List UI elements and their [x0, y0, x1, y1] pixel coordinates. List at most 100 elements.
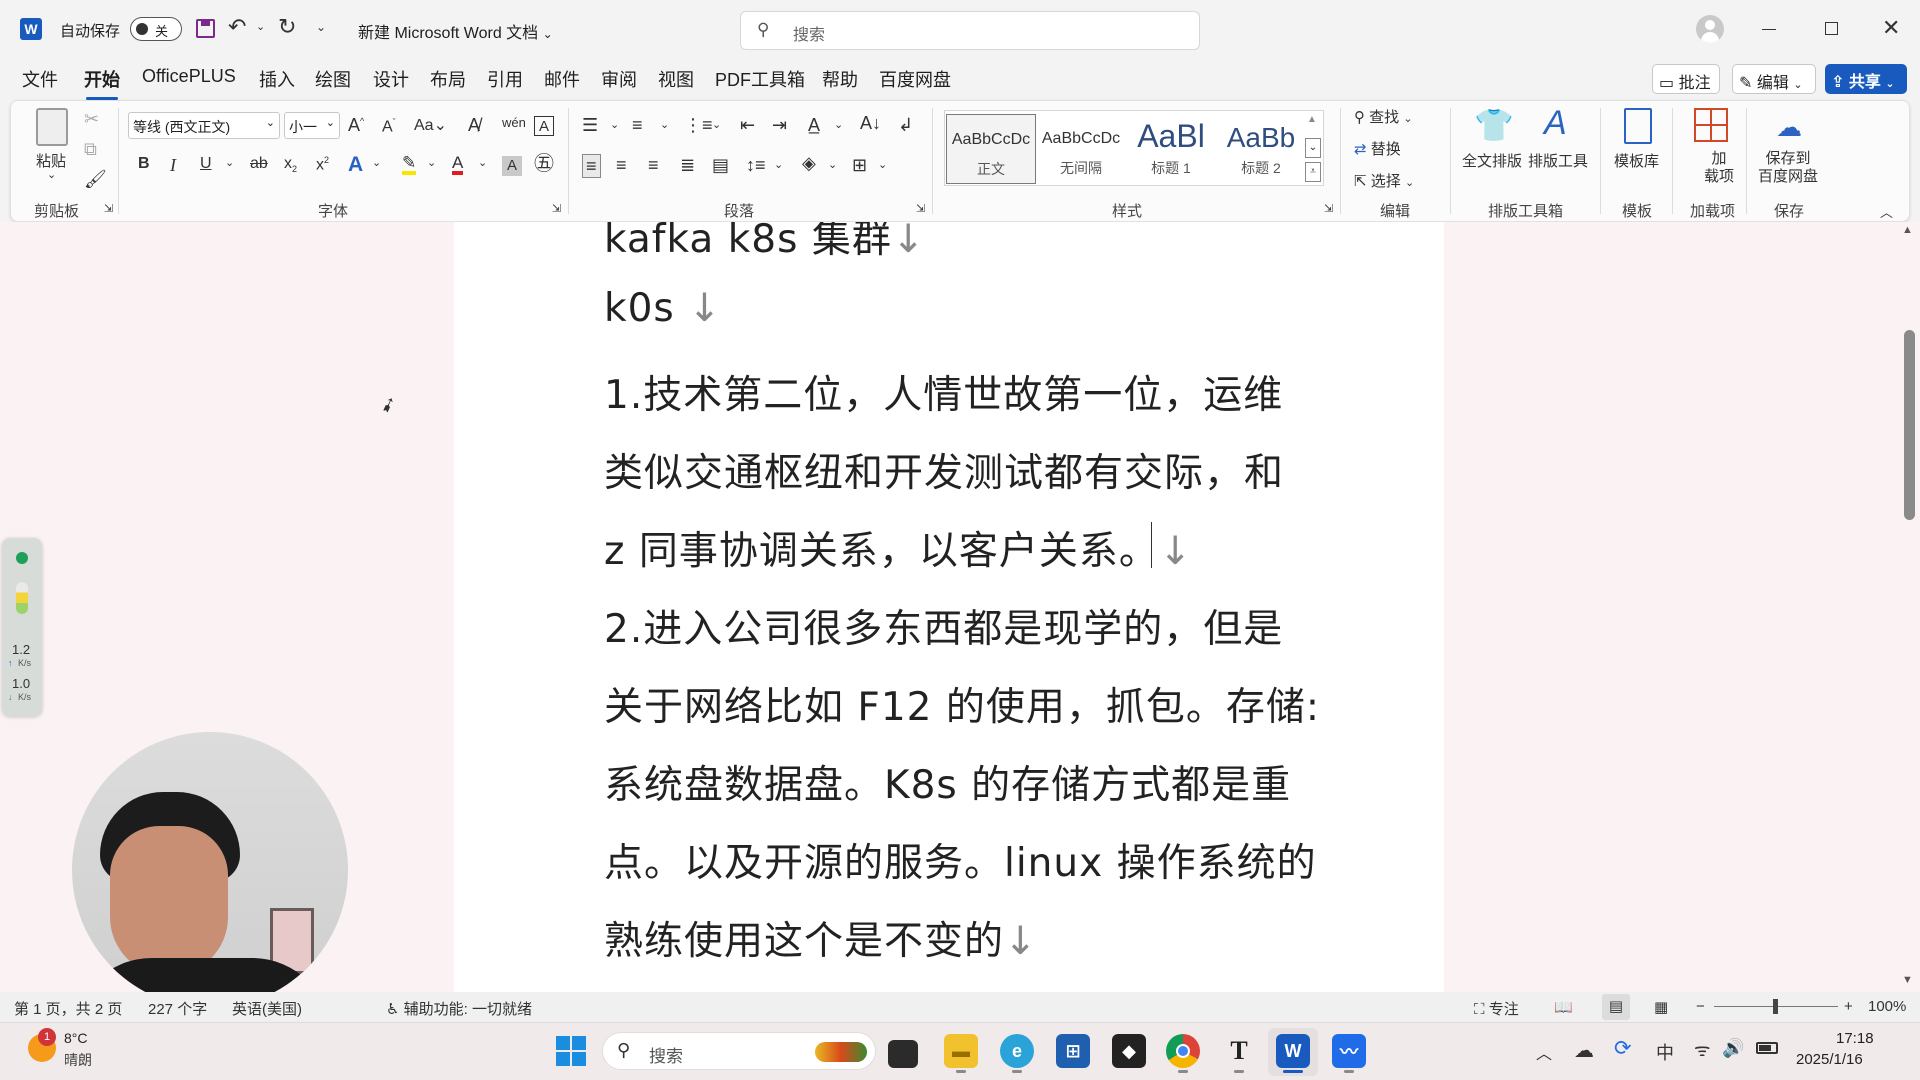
chevron-down-icon[interactable]: ⌄ — [712, 120, 721, 131]
account-avatar[interactable] — [1696, 15, 1724, 43]
chevron-down-icon[interactable]: ⌄ — [660, 120, 669, 131]
grow-font-icon[interactable]: A^ — [348, 116, 364, 134]
sync-icon[interactable]: ⟳ — [1614, 1036, 1632, 1061]
zoom-out-button[interactable]: − — [1696, 998, 1705, 1015]
vertical-scrollbar-thumb[interactable] — [1904, 330, 1915, 520]
print-layout-icon[interactable]: ▤ — [1602, 994, 1630, 1020]
copy-icon[interactable]: ⧉ — [84, 140, 97, 158]
bullets-icon[interactable]: ☰ — [582, 116, 598, 134]
edge-icon[interactable]: e — [1000, 1034, 1034, 1068]
task-view-icon[interactable] — [888, 1040, 918, 1068]
temperature[interactable]: 8°C — [64, 1030, 88, 1046]
input-method-indicator[interactable]: 中 — [1656, 1039, 1674, 1065]
word-taskbar-icon[interactable]: W — [1276, 1034, 1310, 1068]
read-mode-icon[interactable]: 📖 — [1554, 998, 1573, 1016]
borders-icon[interactable]: ⊞ — [852, 156, 867, 174]
share-button[interactable]: ⇪ 共享 ⌄ — [1825, 64, 1907, 94]
style-no-spacing[interactable]: AaBbCcDc 无间隔 — [1036, 114, 1126, 184]
doc-line[interactable]: 关于网络比如 F12 的使用，抓包。存储: — [604, 676, 1320, 732]
customize-qat-icon[interactable]: ⌄ — [316, 20, 326, 34]
chevron-down-icon[interactable]: ⌄ — [478, 158, 487, 169]
styles-scroll-down-icon[interactable]: ⌄ — [1305, 138, 1321, 158]
collapse-ribbon-icon[interactable]: ︿ — [1880, 202, 1893, 221]
minimize-icon[interactable] — [1762, 29, 1776, 30]
scroll-up-icon[interactable]: ▲ — [1902, 224, 1913, 236]
fulltext-layout-button[interactable]: 全文排版 — [1462, 150, 1522, 171]
chevron-down-icon[interactable]: ⌄ — [774, 160, 783, 171]
change-case-icon[interactable]: Aa⌄ — [414, 118, 447, 134]
editing-mode-button[interactable]: ✎ 编辑 ⌄ — [1732, 64, 1816, 94]
comments-button[interactable]: ▭ 批注 — [1652, 64, 1720, 94]
dialog-launcher-icon[interactable]: ⇲ — [552, 204, 561, 215]
styles-more-icon[interactable]: ⩡ — [1305, 162, 1321, 182]
layout-tool-button[interactable]: 排版工具 — [1528, 150, 1588, 171]
search-box[interactable]: ⚲ 搜索 — [740, 11, 1200, 50]
scroll-down-icon[interactable]: ▼ — [1902, 974, 1913, 986]
chevron-down-icon[interactable]: ⌄ — [828, 160, 837, 171]
zoom-in-button[interactable]: + — [1844, 998, 1853, 1015]
document-title[interactable]: 新建 Microsoft Word 文档 ⌄ — [358, 19, 553, 43]
doc-line[interactable]: 类似交通枢纽和开发测试都有交际，和 — [604, 442, 1284, 498]
network-speed-widget[interactable]: 1.2 ↑ K/s 1.0 ↓ K/s — [2, 538, 42, 716]
onedrive-icon[interactable]: ☁ — [1574, 1038, 1594, 1063]
underline-icon[interactable]: U — [200, 156, 212, 172]
zoom-level[interactable]: 100% — [1868, 998, 1906, 1015]
doc-line[interactable]: k0s ↓ — [604, 286, 722, 331]
chevron-down-icon[interactable]: ⌄ — [834, 120, 843, 131]
tab-layout[interactable]: 布局 — [430, 66, 466, 92]
autosave-toggle[interactable]: 关 — [130, 17, 182, 41]
focus-mode-button[interactable]: ⛶ 专注 — [1474, 998, 1519, 1019]
zoom-slider-thumb[interactable] — [1773, 999, 1778, 1014]
italic-icon[interactable]: I — [170, 156, 176, 174]
font-name-select[interactable]: 等线 (西文正文) ⌄ — [128, 112, 280, 139]
select-button[interactable]: ⇱ 选择 ⌄ — [1354, 170, 1414, 191]
restore-icon[interactable] — [1825, 22, 1838, 35]
character-shading-icon[interactable]: A — [502, 156, 522, 176]
cut-icon[interactable]: ✂ — [84, 110, 99, 128]
bold-icon[interactable]: B — [138, 156, 150, 172]
battery-icon[interactable] — [1756, 1042, 1778, 1054]
text-effects-icon[interactable]: A — [348, 154, 363, 175]
show-hidden-icons-icon[interactable]: ︿ — [1536, 1040, 1552, 1064]
doc-line[interactable]: z 同事协调关系，以客户关系。↓ — [604, 520, 1193, 576]
shrink-font-icon[interactable]: Aˇ — [382, 118, 396, 135]
redo-icon[interactable]: ↻ — [278, 14, 296, 40]
style-heading-1[interactable]: AaBl 标题 1 — [1126, 114, 1216, 184]
doc-line[interactable]: 系统盘数据盘。K8s 的存储方式都是重 — [604, 754, 1291, 810]
decrease-indent-icon[interactable]: ⇤ — [740, 116, 755, 134]
find-button[interactable]: ⚲ 查找 ⌄ — [1354, 106, 1413, 127]
chevron-down-icon[interactable]: ⌄ — [372, 158, 381, 169]
tab-baidu-netdisk[interactable]: 百度网盘 — [879, 66, 951, 92]
clock-date[interactable]: 2025/1/16 — [1796, 1051, 1863, 1068]
superscript-icon[interactable]: x2 — [316, 156, 329, 173]
replace-button[interactable]: ⇄ 替换 — [1354, 138, 1401, 159]
enclose-characters-icon[interactable]: ㊄ — [534, 154, 554, 174]
phonetic-guide-icon[interactable]: wén — [502, 116, 526, 129]
web-layout-icon[interactable]: ▦ — [1654, 998, 1668, 1016]
paste-icon[interactable] — [36, 108, 68, 146]
subscript-icon[interactable]: x2 — [284, 155, 297, 174]
align-center-icon[interactable]: ≡ — [616, 156, 627, 174]
chevron-down-icon[interactable]: ⌄ — [878, 160, 887, 171]
styles-scroll-up-icon[interactable]: ▲ — [1307, 114, 1317, 125]
accessibility-status[interactable]: ♿ 辅助功能: 一切就绪 — [386, 998, 532, 1019]
layout-tool-icon[interactable]: A — [1544, 104, 1567, 143]
undo-dropdown-icon[interactable]: ⌄ — [256, 20, 265, 33]
template-library-button[interactable]: 模板库 — [1614, 150, 1659, 171]
strikethrough-icon[interactable]: ab — [250, 156, 268, 172]
style-normal[interactable]: AaBbCcDc 正文 — [946, 114, 1036, 184]
tab-mailings[interactable]: 邮件 — [544, 66, 580, 92]
tab-references[interactable]: 引用 — [487, 66, 523, 92]
tab-home[interactable]: 开始 — [84, 66, 120, 100]
microsoft-store-icon[interactable]: ⊞ — [1056, 1034, 1090, 1068]
character-border-icon[interactable]: A — [534, 116, 554, 136]
show-paragraph-marks-icon[interactable]: ↲ — [898, 116, 913, 134]
tab-pdf-toolbox[interactable]: PDF工具箱 — [715, 66, 805, 92]
align-left-icon[interactable]: ≡ — [582, 154, 601, 178]
chrome-icon[interactable] — [1166, 1034, 1200, 1068]
highlight-icon[interactable]: ✎ — [402, 154, 417, 175]
weather-condition[interactable]: 晴朗 — [64, 1050, 92, 1070]
chevron-down-icon[interactable]: ⌄ — [225, 158, 234, 169]
undo-icon[interactable]: ↶ — [228, 14, 246, 40]
baidu-cloud-icon[interactable]: ☁ — [1776, 112, 1802, 143]
